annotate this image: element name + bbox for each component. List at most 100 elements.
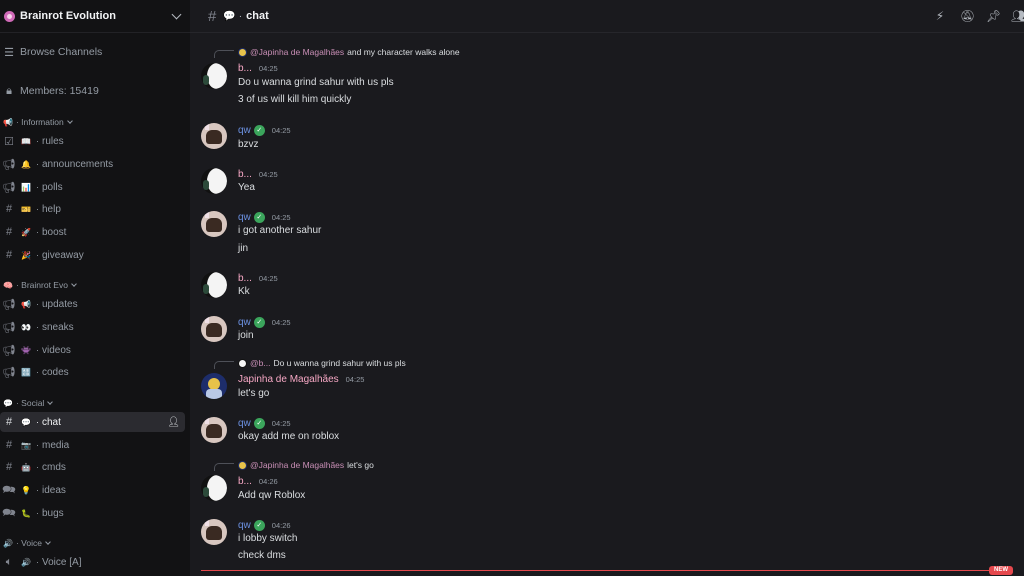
hash-icon: #	[5, 249, 13, 261]
reply-text: let's go	[347, 460, 374, 470]
channel-ideas[interactable]: 🗪︎ 💡 · ideas	[0, 480, 186, 500]
channel-boost[interactable]: # 🚀 · boost	[0, 222, 186, 242]
username[interactable]: qw	[238, 125, 251, 136]
channel-help[interactable]: # 🎫 · help	[0, 199, 186, 219]
username[interactable]: qw	[238, 317, 251, 328]
verified-badge-icon: ✓	[253, 519, 265, 531]
username[interactable]: b...	[238, 63, 252, 74]
channel-bugs[interactable]: 🗪︎ 🐛 · bugs	[0, 503, 186, 523]
forum-icon: 🗪︎	[2, 506, 16, 519]
message-text: Yea	[238, 182, 255, 193]
create-invite-icon[interactable]: 👤︎	[167, 417, 180, 428]
ticket-emoji-icon: 🎫	[21, 204, 31, 214]
notification-bell-muted-icon[interactable]: 🔕︎	[960, 9, 975, 23]
avatar[interactable]	[201, 475, 227, 501]
timestamp: 04:25	[271, 418, 291, 428]
message-text: i lobby switch	[238, 533, 298, 544]
channel-name: help	[42, 203, 61, 215]
bell-emoji-icon: 🔔	[21, 159, 31, 169]
new-messages-badge[interactable]: NEW	[989, 566, 1013, 575]
timestamp: 04:25	[271, 125, 291, 135]
chevron-down-icon	[71, 280, 77, 287]
megaphone-icon: 📢︎	[2, 298, 16, 311]
channel-name: Voice [A]	[42, 556, 82, 568]
username[interactable]: b...	[238, 476, 252, 487]
avatar[interactable]	[201, 63, 227, 89]
category-voice[interactable]: 🔊 · Voice	[0, 536, 186, 550]
abcd-emoji-icon: 🔠	[21, 367, 31, 377]
speaker-emoji-icon: 🔊	[3, 538, 13, 548]
threads-icon[interactable]: ⚡︎	[933, 9, 947, 23]
channel-name: sneaks	[42, 321, 74, 333]
username[interactable]: qw	[238, 418, 251, 429]
channel-videos[interactable]: 📢︎ 👾 · videos	[0, 340, 186, 360]
username[interactable]: b...	[238, 273, 252, 284]
username[interactable]: b...	[238, 169, 252, 180]
timestamp: 04:25	[271, 317, 291, 327]
channel-voice-a[interactable]: 🔈︎ 🔊 · Voice [A]	[0, 552, 186, 572]
avatar[interactable]	[201, 316, 227, 342]
channel-polls[interactable]: 📢︎ 📊 · polls	[0, 177, 186, 197]
channel-name: polls	[42, 181, 63, 193]
avatar[interactable]	[201, 123, 227, 149]
reply-text: Do u wanna grind sahur with us pls	[273, 358, 406, 368]
robot-emoji-icon: 🤖	[21, 462, 31, 472]
avatar[interactable]	[201, 373, 227, 399]
channel-rules[interactable]: ☑ 📖 · rules	[0, 131, 186, 151]
category-information[interactable]: 📢 · Information	[0, 115, 186, 129]
avatar[interactable]	[201, 168, 227, 194]
chevron-down-icon[interactable]	[171, 9, 182, 19]
avatar[interactable]	[201, 211, 227, 237]
channel-cmds[interactable]: # 🤖 · cmds	[0, 457, 186, 477]
browse-channels-button[interactable]: ☰ Browse Channels	[0, 42, 186, 62]
camera-emoji-icon: 📷	[21, 440, 31, 450]
speech-bubble-emoji-icon: 💬	[223, 10, 236, 22]
timestamp: 04:25	[271, 212, 291, 222]
alien-emoji-icon: 👾	[21, 345, 31, 355]
channel-name: announcements	[42, 158, 114, 170]
verified-badge-icon: ✓	[253, 124, 265, 136]
message-text: Kk	[238, 286, 250, 297]
members-count: Members: 15419	[20, 85, 99, 97]
reply-preview[interactable]: @Japinha de Magalhães and my character w…	[238, 46, 460, 58]
message-text: join	[238, 330, 254, 341]
category-social[interactable]: 💬 · Social	[0, 396, 186, 410]
channel-codes[interactable]: 📢︎ 🔠 · codes	[0, 362, 186, 382]
timestamp: 04:25	[345, 374, 365, 384]
avatar[interactable]	[201, 417, 227, 443]
lock-icon: 🔒︎	[6, 84, 12, 97]
members-count-row[interactable]: 🔒︎ Members: 15419	[0, 81, 186, 101]
channel-name: boost	[42, 226, 67, 238]
channel-updates[interactable]: 📢︎ 📢 · updates	[0, 294, 186, 314]
reply-preview[interactable]: @b... Do u wanna grind sahur with us pls	[238, 357, 406, 369]
channel-chat[interactable]: # 💬 · chat 👤︎	[0, 412, 185, 432]
channel-header: # 💬 · chat ⚡︎ 🔕︎ 📌︎ 👥︎	[190, 0, 1024, 33]
message-text: i got another sahur	[238, 225, 322, 236]
avatar[interactable]	[201, 519, 227, 545]
chevron-down-icon	[66, 117, 73, 124]
category-brainrot-evo[interactable]: 🧠 · Brainrot Evo	[0, 278, 186, 292]
channel-giveaway[interactable]: # 🎉 · giveaway	[0, 245, 186, 265]
pinned-messages-icon[interactable]: 📌︎	[986, 9, 1001, 23]
reply-preview[interactable]: @Japinha de Magalhães let's go	[238, 459, 374, 471]
channel-sneaks[interactable]: 📢︎ 👀 · sneaks	[0, 317, 186, 337]
username[interactable]: qw	[238, 212, 251, 223]
megaphone-icon: 📢︎	[2, 366, 16, 379]
verified-badge-icon: ✓	[253, 316, 265, 328]
reply-avatar	[238, 47, 247, 57]
megaphone-icon: 📢︎	[2, 344, 16, 357]
channel-announcements[interactable]: 📢︎ 🔔 · announcements	[0, 154, 186, 174]
username[interactable]: qw	[238, 520, 251, 531]
megaphone-emoji-icon: 📢	[3, 117, 13, 127]
username[interactable]: Japinha de Magalhães	[238, 374, 339, 385]
member-list-icon[interactable]: 👥︎	[1011, 9, 1024, 23]
category-label: Brainrot Evo	[21, 280, 68, 290]
message-text: jin	[238, 243, 249, 254]
message-text: bzvz	[238, 139, 259, 150]
channel-media[interactable]: # 📷 · media	[0, 435, 186, 455]
timestamp: 04:25	[258, 169, 278, 179]
browse-channels-label: Browse Channels	[20, 46, 103, 58]
avatar[interactable]	[201, 272, 227, 298]
hash-icon: #	[5, 203, 13, 215]
server-header[interactable]: Brainrot Evolution	[0, 0, 190, 33]
